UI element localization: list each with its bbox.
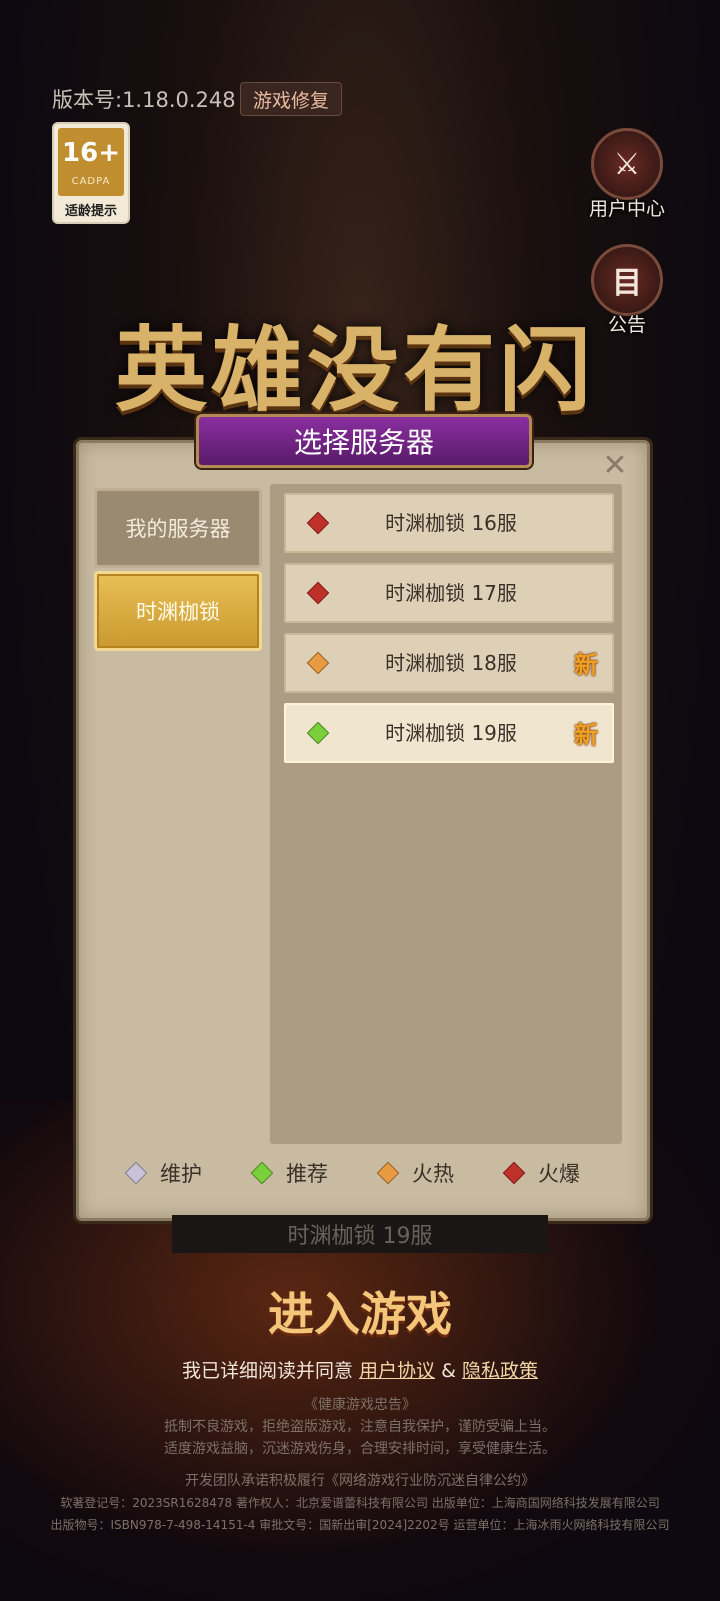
new-badge: 新 — [574, 651, 598, 679]
game-repair-button[interactable]: 游戏修复 — [240, 82, 342, 116]
team-commitment: 开发团队承诺积极履行《网络游戏行业防沉迷自律公约》 — [185, 1473, 535, 1489]
server-row[interactable]: 时渊枷锁 17服 — [284, 563, 614, 623]
server-name: 时渊枷锁 18服 — [385, 651, 517, 675]
age-rating-number: 16+ — [62, 138, 120, 168]
age-rating-tip: 适龄提示 — [64, 204, 117, 219]
status-hot-icon — [306, 511, 330, 535]
health-advice-title: 《健康游戏忠告》 — [304, 1397, 416, 1413]
legend-maintenance: 维护 — [124, 1158, 202, 1188]
age-rating-badge[interactable]: 16+ CADPA 适龄提示 — [52, 122, 130, 224]
close-icon[interactable]: ✕ — [598, 448, 632, 483]
legend-warm: 火热 — [376, 1158, 454, 1188]
server-row-selected[interactable]: 时渊枷锁 19服 新 — [284, 703, 614, 763]
age-rating-icon: 16+ CADPA — [58, 128, 124, 196]
category-current-zone[interactable]: 时渊枷锁 — [94, 571, 262, 651]
agreement-prefix: 我已详细阅读并同意 — [181, 1360, 353, 1382]
new-badge: 新 — [574, 721, 598, 749]
legend-label: 推荐 — [286, 1162, 328, 1186]
server-row[interactable]: 时渊枷锁 18服 新 — [284, 633, 614, 693]
legend-recommended: 推荐 — [250, 1158, 328, 1188]
status-hot-icon — [306, 581, 330, 605]
helmet-icon: ⚔ — [591, 128, 663, 200]
legend-label: 火热 — [412, 1162, 454, 1186]
category-my-servers[interactable]: 我的服务器 — [94, 488, 262, 568]
server-name: 时渊枷锁 17服 — [385, 581, 517, 605]
hot-diamond-icon — [502, 1161, 526, 1185]
server-row[interactable]: 时渊枷锁 16服 — [284, 493, 614, 553]
status-recommended-icon — [306, 721, 330, 745]
registration-info: 软著登记号：2023SR1628478 著作权人：北京爱谱蕾科技有限公司 出版单… — [60, 1496, 660, 1510]
user-center-label: 用户中心 — [588, 198, 665, 220]
recommended-diamond-icon — [250, 1161, 274, 1185]
age-rating-org: CADPA — [71, 176, 111, 187]
version-label: 版本号:1.18.0.248 — [52, 88, 236, 112]
warm-diamond-icon — [376, 1161, 400, 1185]
health-advice-line: 抵制不良游戏，拒绝盗版游戏，注意自我保护，谨防受骗上当。 — [164, 1419, 556, 1435]
legend-hot: 火爆 — [502, 1158, 580, 1188]
current-server-selector[interactable]: 时渊枷锁 19服 — [172, 1215, 548, 1253]
user-agreement-link[interactable]: 用户协议 — [359, 1360, 435, 1382]
legend-label: 维护 — [160, 1162, 202, 1186]
agreement-and: & — [441, 1360, 456, 1382]
agreement-line: 我已详细阅读并同意 用户协议 & 隐私政策 — [0, 1356, 720, 1383]
health-advice-line: 适度游戏益脑，沉迷游戏伤身，合理安排时间，享受健康生活。 — [164, 1441, 556, 1457]
legend-label: 火爆 — [538, 1162, 580, 1186]
privacy-policy-link[interactable]: 隐私政策 — [462, 1360, 538, 1382]
user-center-button[interactable]: ⚔ 用户中心 — [582, 128, 672, 221]
server-name: 时渊枷锁 19服 — [385, 721, 517, 745]
enter-game-button[interactable]: 进入游戏 — [160, 1278, 560, 1344]
status-warm-icon — [306, 651, 330, 675]
maintenance-diamond-icon — [124, 1161, 148, 1185]
game-logo: 英雄没有闪 — [114, 316, 595, 424]
server-name: 时渊枷锁 16服 — [385, 511, 517, 535]
dialog-title: 选择服务器 — [196, 414, 532, 468]
publication-info: 出版物号：ISBN978-7-498-14151-4 审批文号：国新出审[202… — [50, 1518, 670, 1532]
